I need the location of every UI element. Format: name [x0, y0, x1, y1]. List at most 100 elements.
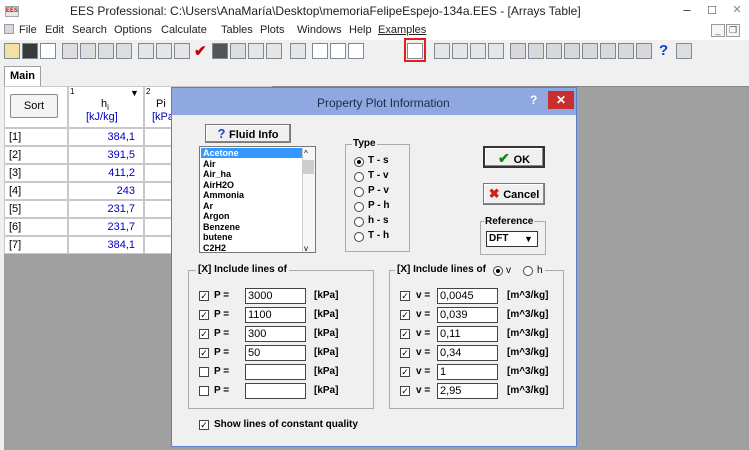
type-radio[interactable] [354, 232, 364, 242]
volume-input[interactable]: 0,0045 [437, 288, 498, 304]
fluid-item[interactable]: butene [201, 232, 303, 242]
volume-input[interactable]: 0,34 [437, 345, 498, 361]
close-button[interactable]: ✕ [726, 0, 748, 20]
pressure-input[interactable]: 3000 [245, 288, 306, 304]
solution-icon[interactable] [470, 43, 486, 59]
paste-special-icon[interactable] [116, 43, 132, 59]
table-icon[interactable] [290, 43, 306, 59]
context-help-icon[interactable] [676, 43, 692, 59]
xy-plot-icon[interactable] [312, 43, 328, 59]
volume-checkbox[interactable]: ✓ [400, 386, 410, 396]
paste-icon[interactable] [98, 43, 114, 59]
cut-icon[interactable] [62, 43, 78, 59]
pressure-checkbox[interactable]: ✓ [199, 329, 209, 339]
column-menu-icon[interactable]: ▼ [130, 88, 139, 98]
menu-options[interactable]: Options [114, 24, 152, 36]
table-row-label[interactable]: [6] [4, 218, 68, 236]
macro-icon[interactable] [636, 43, 652, 59]
report-icon[interactable] [618, 43, 634, 59]
minimize-button[interactable]: – [677, 0, 697, 20]
volume-input[interactable]: 0,11 [437, 326, 498, 342]
parametric-table-icon[interactable] [510, 43, 526, 59]
dialog-close-button[interactable]: ✕ [548, 91, 574, 109]
volume-input[interactable]: 0,039 [437, 307, 498, 323]
volume-checkbox[interactable]: ✓ [400, 291, 410, 301]
volume-checkbox[interactable]: ✓ [400, 329, 410, 339]
plot-icon[interactable] [248, 43, 264, 59]
menu-examples[interactable]: Examples [378, 24, 426, 36]
fluid-item[interactable]: AirH2O [201, 180, 303, 190]
solve-icon[interactable] [212, 43, 228, 59]
ok-button[interactable]: ✔ OK [483, 146, 545, 168]
bar-plot-icon[interactable] [330, 43, 346, 59]
scroll-down-icon[interactable]: v [304, 244, 308, 253]
cancel-button[interactable]: ✖ Cancel [483, 183, 545, 205]
table-cell-h[interactable]: 391,5 [68, 146, 144, 164]
table-cell-h[interactable]: 243 [68, 182, 144, 200]
fluid-item[interactable]: C2H2 [201, 243, 303, 253]
volume-checkbox[interactable]: ✓ [400, 348, 410, 358]
table-row-label[interactable]: [7] [4, 236, 68, 254]
lookup-table-icon[interactable] [528, 43, 544, 59]
pressure-checkbox[interactable]: ✓ [199, 348, 209, 358]
fluid-item[interactable]: Air_ha [201, 169, 303, 179]
table-row-label[interactable]: [5] [4, 200, 68, 218]
pressure-input[interactable]: 50 [245, 345, 306, 361]
variable-info-icon[interactable] [174, 43, 190, 59]
table-row-label[interactable]: [2] [4, 146, 68, 164]
tab-main[interactable]: Main [4, 66, 41, 86]
table-cell-h[interactable]: 384,1 [68, 236, 144, 254]
fluid-item[interactable]: Ar [201, 201, 303, 211]
menu-search[interactable]: Search [72, 24, 107, 36]
fluid-info-button[interactable]: ? Fluid Info [205, 124, 291, 143]
print-icon[interactable] [40, 43, 56, 59]
quality-checkbox[interactable]: ✓ [199, 420, 209, 430]
sort-button[interactable]: Sort [10, 94, 58, 118]
integral-table-icon[interactable] [564, 43, 580, 59]
help-icon[interactable]: ? [659, 42, 668, 59]
menu-windows[interactable]: Windows [297, 24, 342, 36]
menu-tables[interactable]: Tables [221, 24, 253, 36]
pressure-checkbox[interactable]: ✓ [199, 310, 209, 320]
scroll-up-icon[interactable]: ^ [304, 149, 308, 158]
plot-window-icon[interactable] [582, 43, 598, 59]
table-row-label[interactable]: [1] [4, 128, 68, 146]
menu-help[interactable]: Help [349, 24, 372, 36]
type-radio[interactable] [354, 202, 364, 212]
table-cell-h[interactable]: 384,1 [68, 128, 144, 146]
calculator-icon[interactable] [230, 43, 246, 59]
menu-calculate[interactable]: Calculate [161, 24, 207, 36]
fluid-list[interactable]: Acetone Air Air_ha AirH2O Ammonia Ar Argon Benz… [199, 146, 316, 253]
menu-edit[interactable]: Edit [45, 24, 64, 36]
type-radio[interactable] [354, 217, 364, 227]
fluid-item[interactable]: Acetone [201, 148, 303, 158]
table-cell-h[interactable]: 231,7 [68, 200, 144, 218]
fluid-item[interactable]: Ammonia [201, 190, 303, 200]
fluid-item[interactable]: Argon [201, 211, 303, 221]
radio-h[interactable] [523, 266, 533, 276]
mdi-restore-icon[interactable]: ❐ [726, 24, 740, 37]
table-row-label[interactable]: [4] [4, 182, 68, 200]
maximize-button[interactable]: □ [702, 0, 722, 20]
check-icon[interactable]: ✔ [194, 42, 207, 60]
table-row-label[interactable]: [3] [4, 164, 68, 182]
volume-checkbox[interactable]: ✓ [400, 367, 410, 377]
overlay-plot-icon[interactable] [266, 43, 282, 59]
equations-window-icon[interactable] [138, 43, 154, 59]
pressure-checkbox[interactable]: ✓ [199, 291, 209, 301]
diagram-icon[interactable] [600, 43, 616, 59]
fluid-item[interactable]: Air [201, 159, 303, 169]
formatted-icon[interactable] [452, 43, 468, 59]
scroll-thumb[interactable] [303, 160, 314, 174]
reference-select[interactable]: DFT ▼ [486, 231, 538, 247]
pressure-input[interactable]: 300 [245, 326, 306, 342]
table-cell-h[interactable]: 411,2 [68, 164, 144, 182]
pressure-checkbox[interactable] [199, 367, 209, 377]
xyz-plot-icon[interactable] [348, 43, 364, 59]
mdi-minimize-icon[interactable]: _ [711, 24, 725, 37]
pressure-input[interactable] [245, 383, 306, 399]
arrays-table-icon[interactable] [546, 43, 562, 59]
save-icon[interactable] [22, 43, 38, 59]
equations-icon[interactable] [434, 43, 450, 59]
open-folder-icon[interactable] [4, 43, 20, 59]
